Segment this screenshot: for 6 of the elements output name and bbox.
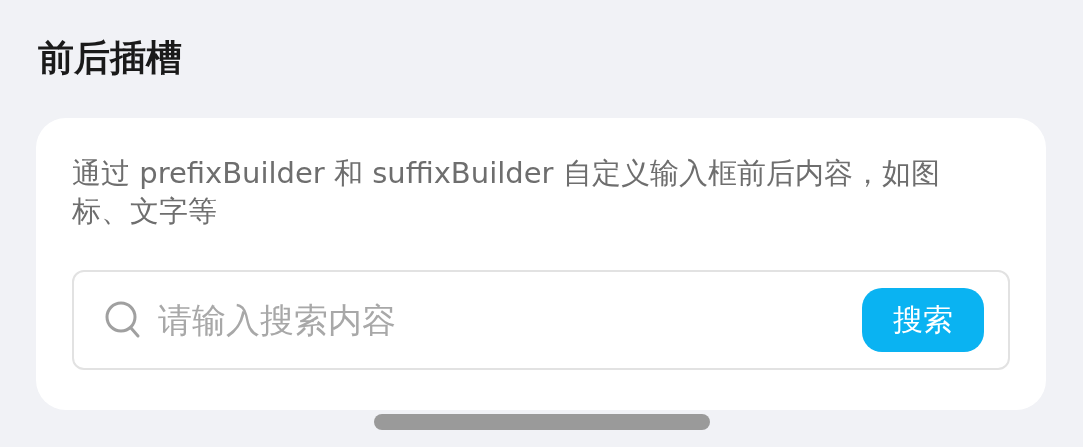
section-title: 前后插槽 [37, 36, 183, 80]
search-icon [104, 300, 142, 340]
home-indicator[interactable] [373, 414, 710, 430]
search-button[interactable]: 搜索 [862, 288, 984, 352]
description-text: 通过 prefixBuilder 和 suffixBuilder 自定义输入框前后内容，如图标、文字等 [72, 155, 941, 230]
search-field[interactable]: 请输入搜索内容 搜索 [72, 270, 1010, 370]
